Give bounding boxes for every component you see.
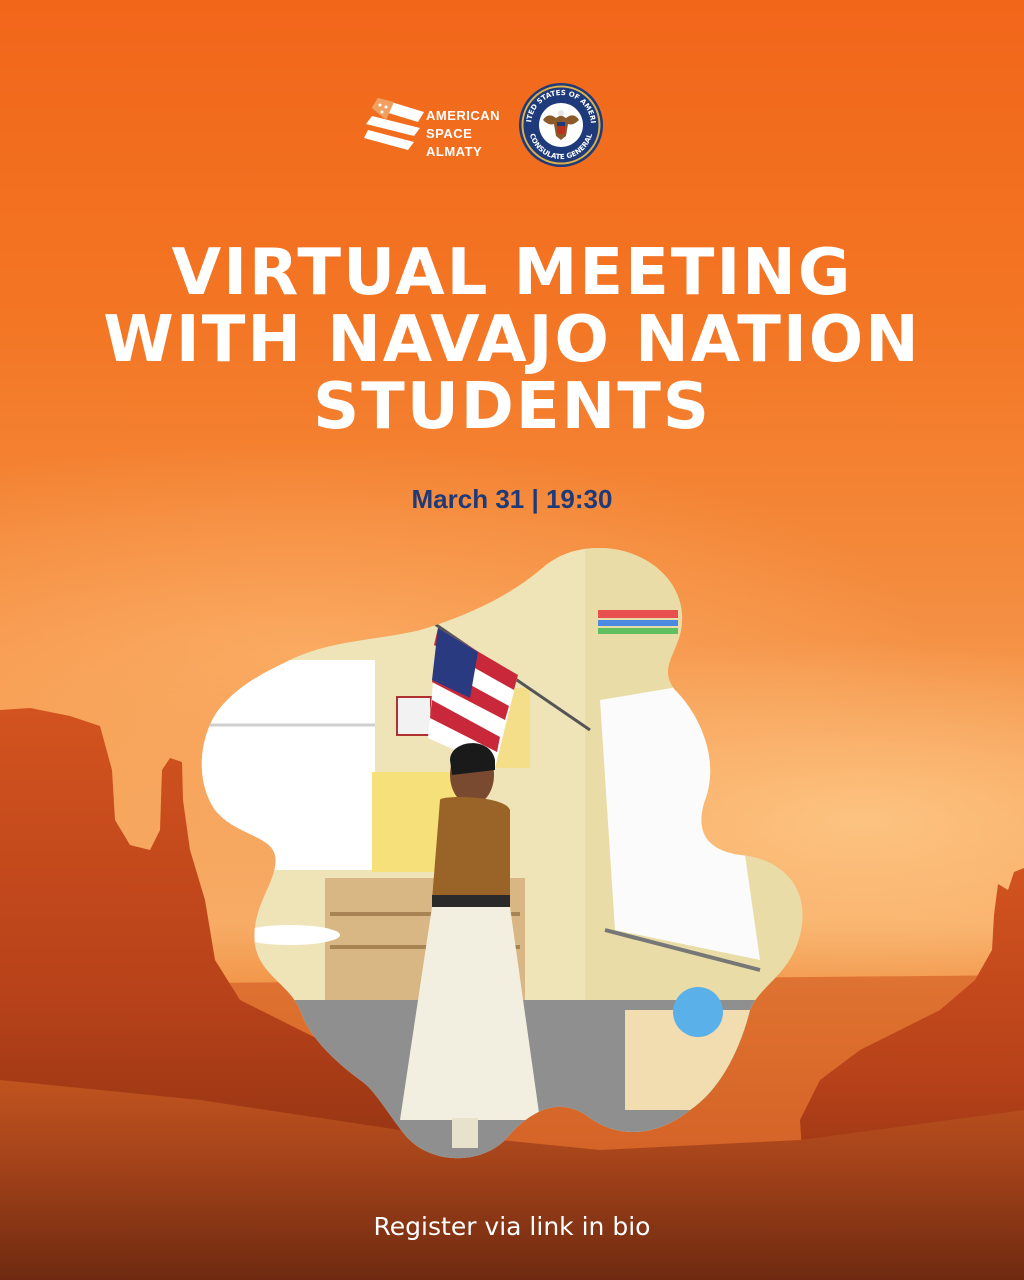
classroom-photo bbox=[201, 548, 803, 1159]
event-poster: AMERICAN SPACE ALMATY UNITED STATES OF A… bbox=[0, 0, 1024, 1280]
register-cta[interactable]: Register via link in bio bbox=[0, 1212, 1024, 1241]
